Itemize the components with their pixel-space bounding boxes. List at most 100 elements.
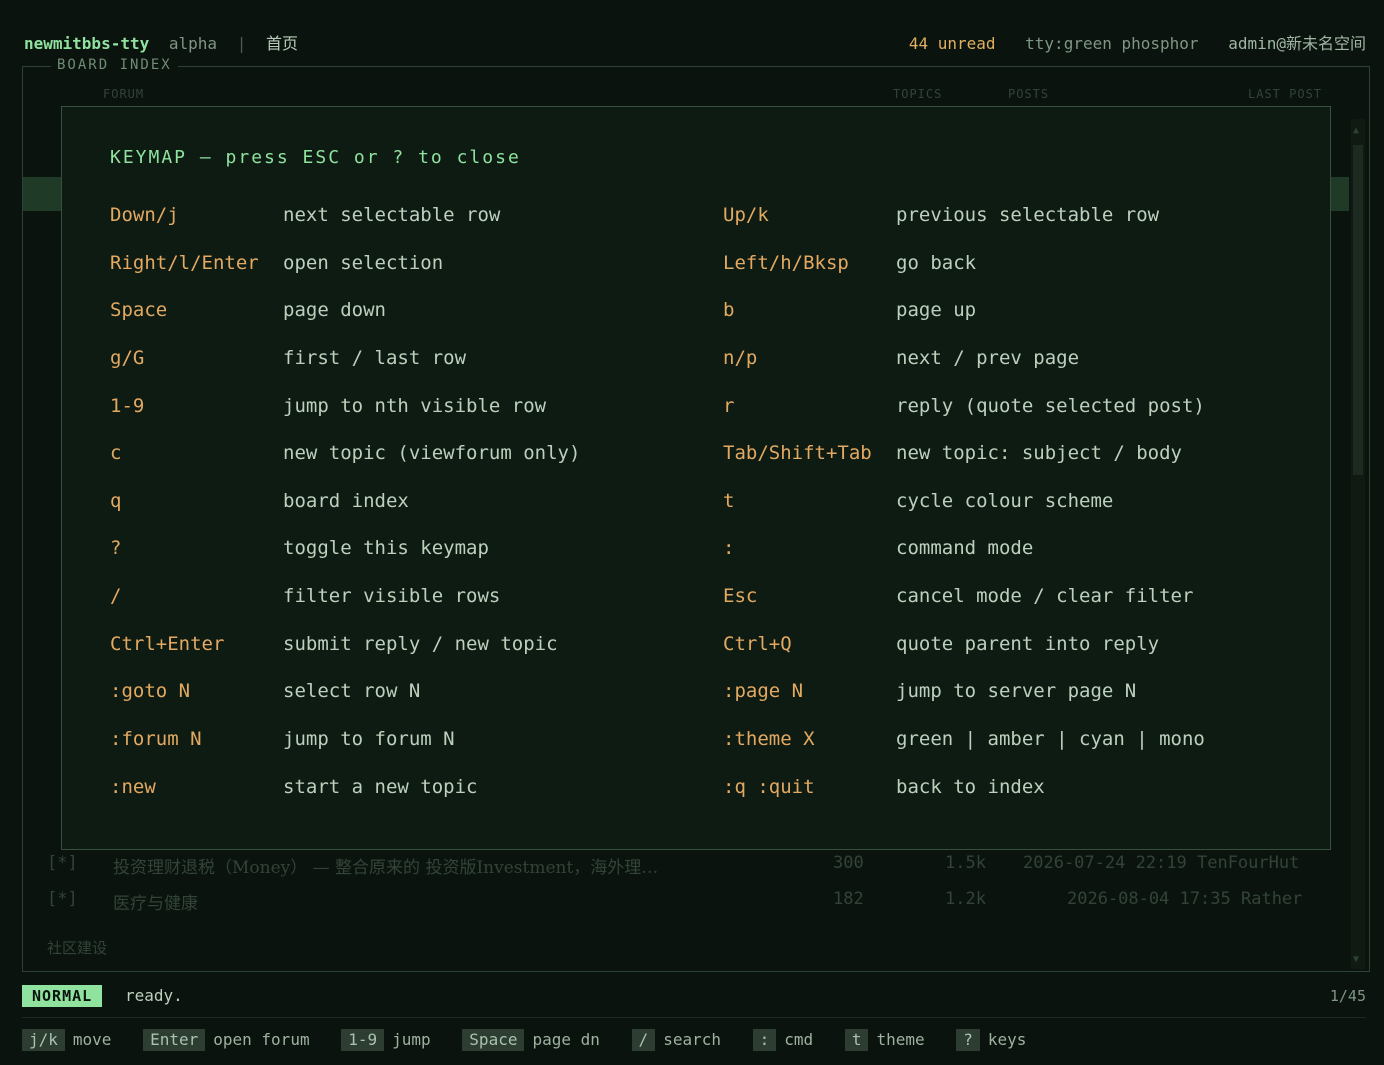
board-scrollbar[interactable]: ▲ ▼ — [1351, 119, 1365, 969]
keymap-row: 1-9 jump to nth visible row r reply (quo… — [62, 395, 1330, 425]
desc-right: green | amber | cyan | mono — [896, 728, 1205, 750]
app-name[interactable]: newmitbbs-tty — [24, 34, 149, 53]
user-account[interactable]: admin@新未名空间 — [1228, 34, 1366, 53]
desc-right: cancel mode / clear filter — [896, 585, 1194, 607]
status-message: ready. — [125, 986, 183, 1005]
keymap-row: q board index t cycle colour scheme — [62, 490, 1330, 520]
hint-key: Enter — [143, 1029, 206, 1051]
desc-right: previous selectable row — [896, 204, 1160, 226]
desc-left: jump to forum N — [283, 728, 455, 750]
header-right: 44 unread tty:green phosphor admin@新未名空间 — [909, 30, 1366, 54]
key-left: :forum N — [110, 728, 202, 750]
key-right: :page N — [723, 680, 804, 702]
key-left: c — [110, 442, 122, 464]
keymap-row: g/G first / last row n/p next / prev pag… — [62, 347, 1330, 377]
hint-key: t — [844, 1029, 869, 1051]
hint-label: theme — [876, 1030, 925, 1049]
keymap-dialog: KEYMAP — press ESC or ? to close Down/j … — [61, 106, 1331, 850]
status-bar: NORMAL ready. 1/45 — [22, 984, 1366, 1010]
hint-theme[interactable]: t theme — [844, 1029, 925, 1051]
hint-cmd[interactable]: : cmd — [752, 1029, 814, 1051]
key-right: Left/h/Bksp — [723, 252, 849, 274]
desc-right: reply (quote selected post) — [896, 395, 1205, 417]
desc-left: first / last row — [283, 347, 467, 369]
hint-key: 1-9 — [341, 1029, 385, 1051]
hint-label: keys — [987, 1030, 1027, 1049]
key-left: 1-9 — [110, 395, 145, 417]
desc-right: next / prev page — [896, 347, 1080, 369]
forum-row[interactable]: [*] 投资理财退税（Money） — 整合原来的 投资版Investment，… — [47, 853, 1321, 878]
hint-label: cmd — [784, 1030, 814, 1049]
key-right: Ctrl+Q — [723, 633, 792, 655]
forum-name: 医疗与健康 — [113, 894, 198, 914]
desc-right: jump to server page N — [896, 680, 1137, 702]
keymap-row: ? toggle this keymap : command mode — [62, 537, 1330, 567]
mode-badge: NORMAL — [22, 985, 103, 1007]
hint-label: move — [72, 1030, 112, 1049]
key-right: t — [723, 490, 735, 512]
hint-key: ? — [956, 1029, 980, 1051]
top-bar: newmitbbs-tty alpha | 首页 44 unread tty:g… — [24, 30, 1366, 56]
hint-label: page dn — [532, 1030, 600, 1049]
key-left: Space — [110, 299, 168, 321]
hint-key: : — [752, 1029, 777, 1051]
keymap-row: :new start a new topic :q :quit back to … — [62, 776, 1330, 806]
keymap-row: Right/l/Enter open selection Left/h/Bksp… — [62, 252, 1330, 282]
keymap-row: Space page down b page up — [62, 299, 1330, 329]
theme-indicator: tty:green phosphor — [1025, 34, 1199, 53]
desc-left: start a new topic — [283, 776, 478, 798]
scroll-up-icon[interactable]: ▲ — [1353, 125, 1359, 136]
desc-left: submit reply / new topic — [283, 633, 558, 655]
hint-page-down[interactable]: Space page dn — [462, 1029, 600, 1051]
scroll-down-icon[interactable]: ▼ — [1353, 954, 1359, 965]
hint-label: search — [663, 1030, 721, 1049]
hint-jump[interactable]: 1-9 jump — [341, 1029, 431, 1051]
key-left: :new — [110, 776, 156, 798]
key-left: Ctrl+Enter — [110, 633, 225, 655]
hint-search[interactable]: / search — [631, 1029, 721, 1051]
desc-right: page up — [896, 299, 977, 321]
key-right: Tab/Shift+Tab — [723, 442, 872, 464]
hint-keys[interactable]: ? keys — [956, 1029, 1026, 1051]
desc-right: new topic: subject / body — [896, 442, 1182, 464]
forum-row[interactable]: [*] 医疗与健康 182 1.2k 2026-08-04 17:35 Rath… — [47, 889, 1321, 914]
desc-left: jump to nth visible row — [283, 395, 547, 417]
key-left: Right/l/Enter — [110, 252, 259, 274]
column-posts: POSTS — [1008, 87, 1050, 101]
desc-left: page down — [283, 299, 386, 321]
desc-right: command mode — [896, 537, 1034, 559]
forum-marker: [*] — [47, 889, 78, 909]
desc-right: quote parent into reply — [896, 633, 1160, 655]
key-left: :goto N — [110, 680, 191, 702]
desc-left: next selectable row — [283, 204, 501, 226]
forum-last-post: 2026-08-04 17:35 Rather — [1067, 889, 1303, 909]
hint-open-forum[interactable]: Enter open forum — [143, 1029, 310, 1051]
hint-label: open forum — [213, 1030, 310, 1049]
unread-count[interactable]: 44 unread — [909, 34, 996, 53]
column-forum: FORUM — [103, 87, 145, 101]
key-right: r — [723, 395, 735, 417]
scroll-thumb[interactable] — [1353, 145, 1363, 475]
keymap-title: KEYMAP — press ESC or ? to close — [110, 147, 521, 168]
keymap-row: c new topic (viewforum only) Tab/Shift+T… — [62, 442, 1330, 472]
desc-left: open selection — [283, 252, 444, 274]
key-right: Up/k — [723, 204, 769, 226]
key-left: ? — [110, 537, 122, 559]
desc-left: board index — [283, 490, 409, 512]
key-right: : — [723, 537, 735, 559]
forum-name: 投资理财退税（Money） — 整合原来的 投资版Investment，海外理… — [113, 858, 659, 878]
desc-left: filter visible rows — [283, 585, 501, 607]
forum-posts: 1.2k — [945, 889, 986, 909]
forum-marker: [*] — [47, 853, 78, 873]
breadcrumb[interactable]: 首页 — [266, 34, 298, 53]
desc-right: go back — [896, 252, 977, 274]
key-right: :q :quit — [723, 776, 815, 798]
key-right: b — [723, 299, 735, 321]
desc-right: back to index — [896, 776, 1045, 798]
hint-key: j/k — [22, 1029, 65, 1051]
hint-move[interactable]: j/k move — [22, 1029, 111, 1051]
desc-left: toggle this keymap — [283, 537, 489, 559]
section-label: 社区建设 — [47, 939, 108, 957]
forum-posts: 1.5k — [945, 853, 986, 873]
key-left: g/G — [110, 347, 145, 369]
